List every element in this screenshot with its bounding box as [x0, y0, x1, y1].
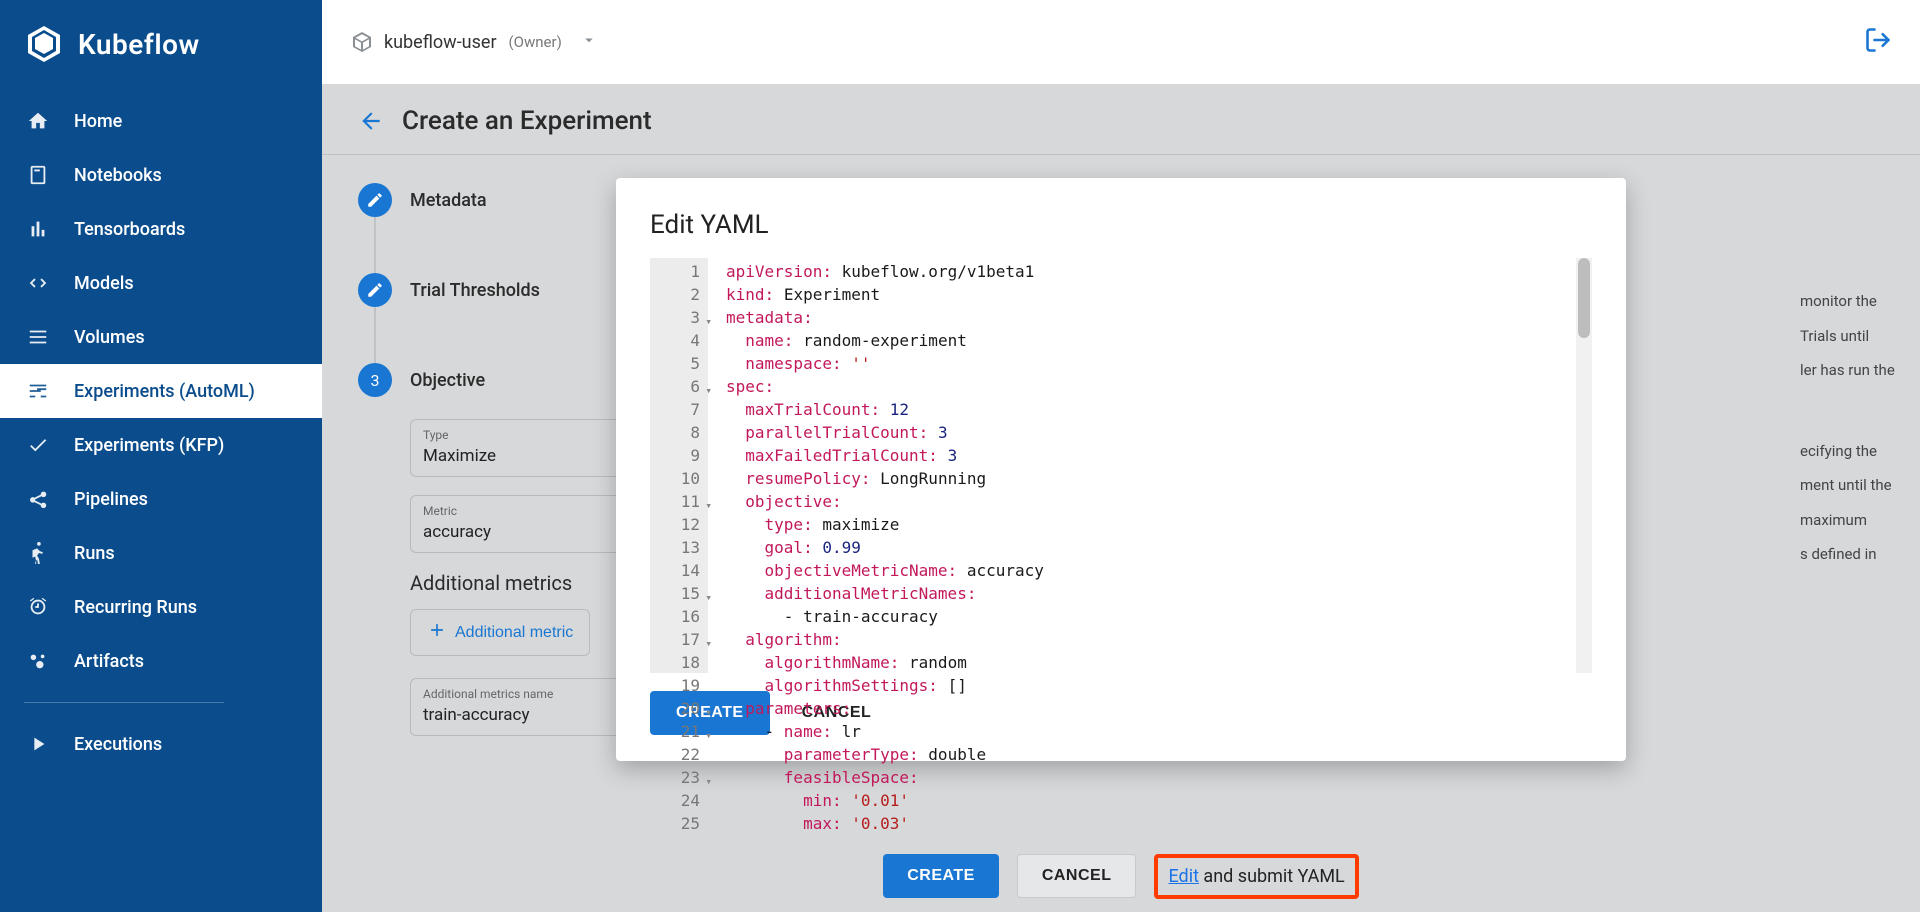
- edit-underline: Edit: [1168, 866, 1198, 887]
- field-value: accuracy: [423, 522, 617, 542]
- field-value: train-accuracy: [423, 705, 657, 725]
- field-label: Metric: [423, 504, 617, 518]
- sidebar-item[interactable]: Executions: [0, 717, 322, 771]
- field-label: Additional metrics name: [423, 687, 657, 701]
- sidebar-item-label: Notebooks: [74, 165, 162, 186]
- sidebar-item[interactable]: Recurring Runs: [0, 580, 322, 634]
- kubeflow-logo-icon: [24, 24, 64, 64]
- sidebar-item-label: Recurring Runs: [74, 597, 197, 618]
- field-value: Maximize: [423, 446, 617, 466]
- back-arrow-icon[interactable]: [358, 108, 384, 134]
- sidebar-item[interactable]: Notebooks: [0, 148, 322, 202]
- sidebar-item[interactable]: Home: [0, 94, 322, 148]
- field-label: Type: [423, 428, 617, 442]
- additional-metrics-heading: Additional metrics: [410, 571, 1884, 595]
- page-action-bar: CREATE CANCEL Edit and submit YAML: [322, 840, 1920, 912]
- sidebar-item-label: Artifacts: [74, 651, 144, 672]
- play-icon: [24, 733, 52, 755]
- code-icon: [24, 272, 52, 294]
- sidebar: Kubeflow Home Notebooks Tensorboards Models…: [0, 0, 322, 912]
- page-cancel-button[interactable]: CANCEL: [1017, 854, 1137, 898]
- objective-metric-field[interactable]: Metric accuracy: [410, 495, 630, 553]
- sidebar-item[interactable]: Models: [0, 256, 322, 310]
- pencil-icon: [358, 183, 392, 217]
- sidebar-item[interactable]: Tensorboards: [0, 202, 322, 256]
- sidebar-item-label: Experiments (KFP): [74, 435, 224, 456]
- objective-type-field[interactable]: Type Maximize: [410, 419, 630, 477]
- home-icon: [24, 110, 52, 132]
- topbar: kubeflow-user (Owner): [322, 0, 1920, 84]
- notebook-icon: [24, 164, 52, 186]
- plus-icon: [427, 620, 447, 645]
- sidebar-item-label: Pipelines: [74, 489, 148, 510]
- sidebar-item-label: Models: [74, 273, 134, 294]
- add-additional-metric-button[interactable]: Additional metric: [410, 609, 590, 656]
- chevron-down-icon: [580, 31, 598, 53]
- add-metric-label: Additional metric: [455, 624, 573, 642]
- bubbles-icon: [24, 650, 52, 672]
- step-objective[interactable]: 3 Objective: [358, 363, 1884, 397]
- sidebar-item[interactable]: Runs: [0, 526, 322, 580]
- sidebar-item-label: Home: [74, 111, 122, 132]
- page-create-button[interactable]: CREATE: [883, 854, 999, 898]
- tune-icon: [24, 380, 52, 402]
- main-content: Create an Experiment Metadata Trial Thre…: [322, 84, 1920, 912]
- sidebar-item[interactable]: Volumes: [0, 310, 322, 364]
- namespace-icon: [350, 30, 374, 54]
- sidebar-item-label: Executions: [74, 734, 162, 755]
- namespace-selector[interactable]: kubeflow-user (Owner): [350, 30, 598, 54]
- sidebar-item-label: Runs: [74, 543, 115, 564]
- step-label: Trial Thresholds: [410, 280, 540, 301]
- sidebar-item[interactable]: Pipelines: [0, 472, 322, 526]
- namespace-name: kubeflow-user: [384, 32, 497, 53]
- list-icon: [24, 326, 52, 348]
- logout-icon[interactable]: [1864, 26, 1892, 58]
- edit-yaml-suffix: and submit YAML: [1199, 866, 1345, 887]
- share-nodes-icon: [24, 488, 52, 510]
- sidebar-item[interactable]: Experiments (KFP): [0, 418, 322, 472]
- runner-icon: [24, 542, 52, 564]
- step-label: Metadata: [410, 190, 487, 211]
- step-metadata[interactable]: Metadata: [358, 183, 1884, 217]
- check-done-icon: [24, 434, 52, 456]
- edit-and-submit-yaml-link[interactable]: Edit and submit YAML: [1154, 854, 1358, 899]
- additional-metric-name-field[interactable]: Additional metrics name train-accuracy: [410, 678, 670, 736]
- bar-chart-icon: [24, 218, 52, 240]
- brand-logo[interactable]: Kubeflow: [0, 0, 322, 94]
- pencil-icon: [358, 273, 392, 307]
- alarm-icon: [24, 596, 52, 618]
- brand-name: Kubeflow: [78, 28, 200, 61]
- step-trial-thresholds[interactable]: Trial Thresholds: [358, 273, 1884, 307]
- sidebar-item-label: Tensorboards: [74, 219, 185, 240]
- page-title: Create an Experiment: [402, 106, 652, 136]
- step-number: 3: [358, 363, 392, 397]
- sidebar-item[interactable]: Experiments (AutoML): [0, 364, 322, 418]
- step-label: Objective: [410, 370, 485, 391]
- stepper: Metadata Trial Thresholds 3 Objective Ty…: [322, 155, 1920, 782]
- namespace-role: (Owner): [509, 33, 562, 51]
- sidebar-item-label: Experiments (AutoML): [74, 381, 255, 402]
- help-text: monitor the Trials until ler has run the…: [1800, 284, 1920, 572]
- sidebar-item-label: Volumes: [74, 327, 145, 348]
- sidebar-item[interactable]: Artifacts: [0, 634, 322, 688]
